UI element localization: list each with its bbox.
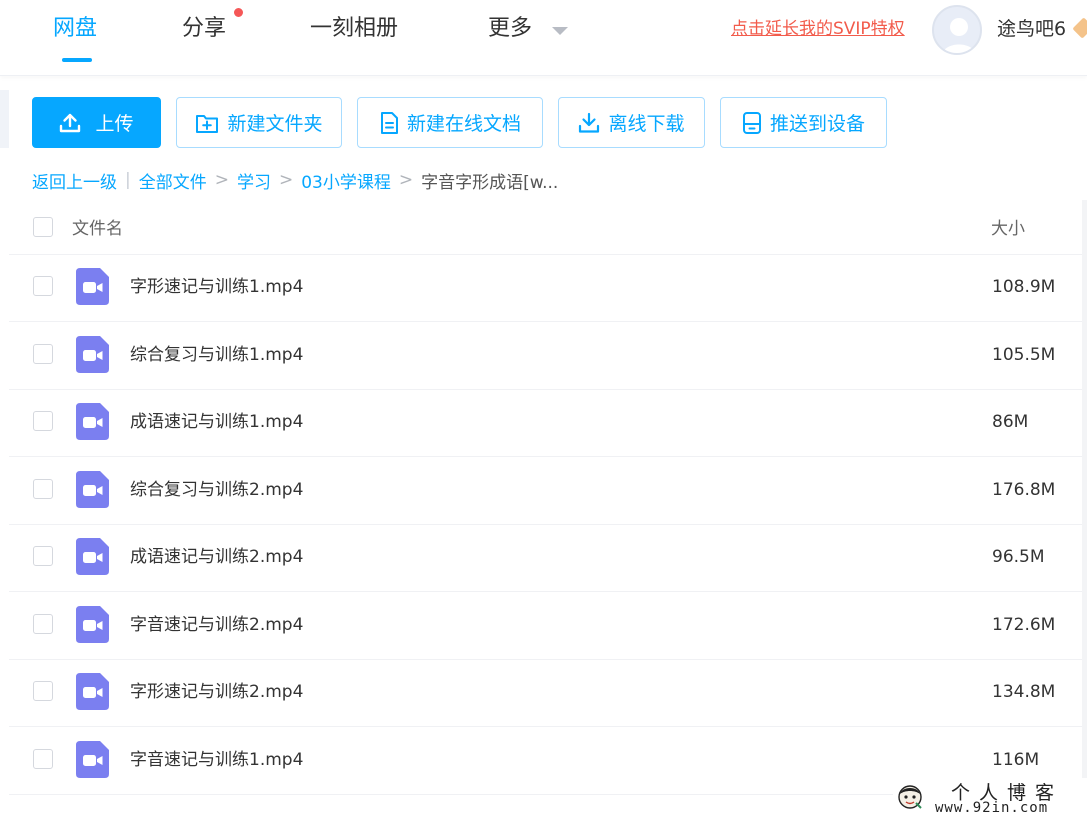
new-folder-label: 新建文件夹	[227, 113, 323, 135]
upload-label: 上传	[95, 113, 134, 135]
breadcrumb-chevron-icon: >	[278, 170, 294, 190]
nav-tab-netdisk[interactable]: 网盘	[53, 14, 97, 44]
column-header-name[interactable]: 文件名	[72, 214, 123, 239]
file-size: 116M	[992, 749, 1040, 770]
file-size: 172.6M	[992, 614, 1056, 635]
video-file-icon	[76, 335, 109, 373]
file-size: 105.5M	[992, 344, 1056, 365]
top-navigation: 网盘 分享 一刻相册 更多 点击延长我的SVIP特权 途鸟吧6	[0, 0, 1087, 76]
nav-tab-share[interactable]: 分享	[182, 14, 226, 44]
breadcrumb-level-1[interactable]: 学习	[237, 168, 271, 193]
file-row[interactable]: 字形速记与训练1.mp4 108.9M	[9, 254, 1087, 322]
watermark-url: www.92in.com	[935, 800, 1049, 816]
file-size: 108.9M	[992, 277, 1056, 297]
breadcrumb-chevron-icon: >	[214, 170, 229, 190]
nav-tab-more[interactable]: 更多	[488, 14, 532, 44]
file-name[interactable]: 字形速记与训练2.mp4	[130, 680, 303, 704]
row-checkbox[interactable]	[33, 478, 53, 499]
breadcrumb-divider: |	[125, 170, 131, 190]
row-checkbox[interactable]	[33, 546, 53, 566]
file-size: 134.8M	[992, 682, 1056, 702]
breadcrumb-all-files[interactable]: 全部文件	[139, 168, 207, 193]
device-icon	[742, 111, 761, 134]
column-header-size[interactable]: 大小	[991, 214, 1025, 239]
breadcrumb-chevron-icon: >	[398, 170, 414, 190]
download-icon	[579, 112, 600, 133]
offline-download-button[interactable]: 离线下载	[558, 97, 705, 148]
file-name[interactable]: 字音速记与训练1.mp4	[130, 748, 303, 772]
upload-icon	[60, 113, 81, 132]
video-file-icon	[76, 538, 109, 575]
file-row[interactable]: 综合复习与训练1.mp4 105.5M	[9, 322, 1087, 390]
breadcrumb: 返回上一级 | 全部文件 > 学习 > 03小学课程 > 字音字形成语[w...	[32, 168, 559, 193]
row-checkbox[interactable]	[33, 411, 53, 431]
row-checkbox[interactable]	[33, 681, 53, 701]
scrollbar[interactable]	[1082, 200, 1087, 820]
chevron-down-icon[interactable]	[552, 27, 568, 35]
avatar[interactable]	[932, 5, 982, 55]
push-to-device-button[interactable]: 推送到设备	[720, 97, 887, 148]
nav-active-indicator	[62, 58, 92, 62]
file-size: 176.8M	[992, 479, 1056, 500]
upload-button[interactable]: 上传	[32, 97, 161, 148]
row-checkbox[interactable]	[33, 343, 53, 364]
document-icon	[380, 111, 398, 134]
video-file-icon	[76, 268, 109, 305]
file-row[interactable]: 综合复习与训练2.mp4 176.8M	[9, 457, 1087, 525]
row-checkbox[interactable]	[33, 276, 53, 296]
breadcrumb-level-2[interactable]: 03小学课程	[301, 168, 391, 193]
row-checkbox[interactable]	[33, 613, 53, 634]
sidebar-edge	[0, 90, 9, 148]
video-file-icon	[76, 740, 109, 778]
file-size: 86M	[992, 412, 1029, 432]
breadcrumb-current: 字音字形成语[w...	[421, 172, 559, 193]
new-folder-button[interactable]: 新建文件夹	[176, 97, 342, 148]
file-row[interactable]: 成语速记与训练1.mp4 86M	[9, 389, 1087, 457]
row-checkbox[interactable]	[33, 748, 53, 769]
file-name[interactable]: 字音速记与训练2.mp4	[130, 613, 303, 637]
folder-plus-icon	[196, 114, 219, 133]
watermark: 个人博客 www.92in.com	[893, 778, 1087, 820]
svip-renew-link[interactable]: 点击延长我的SVIP特权	[731, 18, 905, 40]
file-name[interactable]: 综合复习与训练2.mp4	[130, 478, 303, 502]
file-row[interactable]: 字音速记与训练2.mp4 172.6M	[9, 592, 1087, 660]
video-file-icon	[76, 605, 109, 643]
select-all-checkbox[interactable]	[33, 217, 53, 237]
nav-tab-album[interactable]: 一刻相册	[310, 14, 398, 44]
file-list-header: 文件名 大小	[9, 200, 1087, 255]
offline-download-label: 离线下载	[608, 113, 685, 135]
push-to-device-label: 推送到设备	[769, 113, 865, 135]
username[interactable]: 途鸟吧6	[997, 16, 1066, 42]
video-file-icon	[76, 673, 109, 710]
file-row[interactable]: 字形速记与训练2.mp4 134.8M	[9, 659, 1087, 727]
file-size: 96.5M	[992, 547, 1045, 567]
new-online-doc-label: 新建在线文档	[406, 113, 521, 135]
avatar-person-icon	[942, 18, 976, 53]
new-online-doc-button[interactable]: 新建在线文档	[357, 97, 543, 148]
watermark-face-icon	[898, 785, 922, 809]
breadcrumb-back[interactable]: 返回上一级	[32, 168, 117, 193]
file-name[interactable]: 成语速记与训练1.mp4	[130, 410, 303, 434]
file-name[interactable]: 成语速记与训练2.mp4	[130, 545, 303, 569]
video-file-icon	[76, 470, 109, 508]
file-name[interactable]: 综合复习与训练1.mp4	[130, 343, 303, 367]
video-file-icon	[76, 403, 109, 440]
file-row[interactable]: 成语速记与训练2.mp4 96.5M	[9, 524, 1087, 592]
vip-badge-icon	[1072, 17, 1087, 39]
notification-dot	[233, 7, 244, 18]
file-name[interactable]: 字形速记与训练1.mp4	[130, 275, 303, 299]
